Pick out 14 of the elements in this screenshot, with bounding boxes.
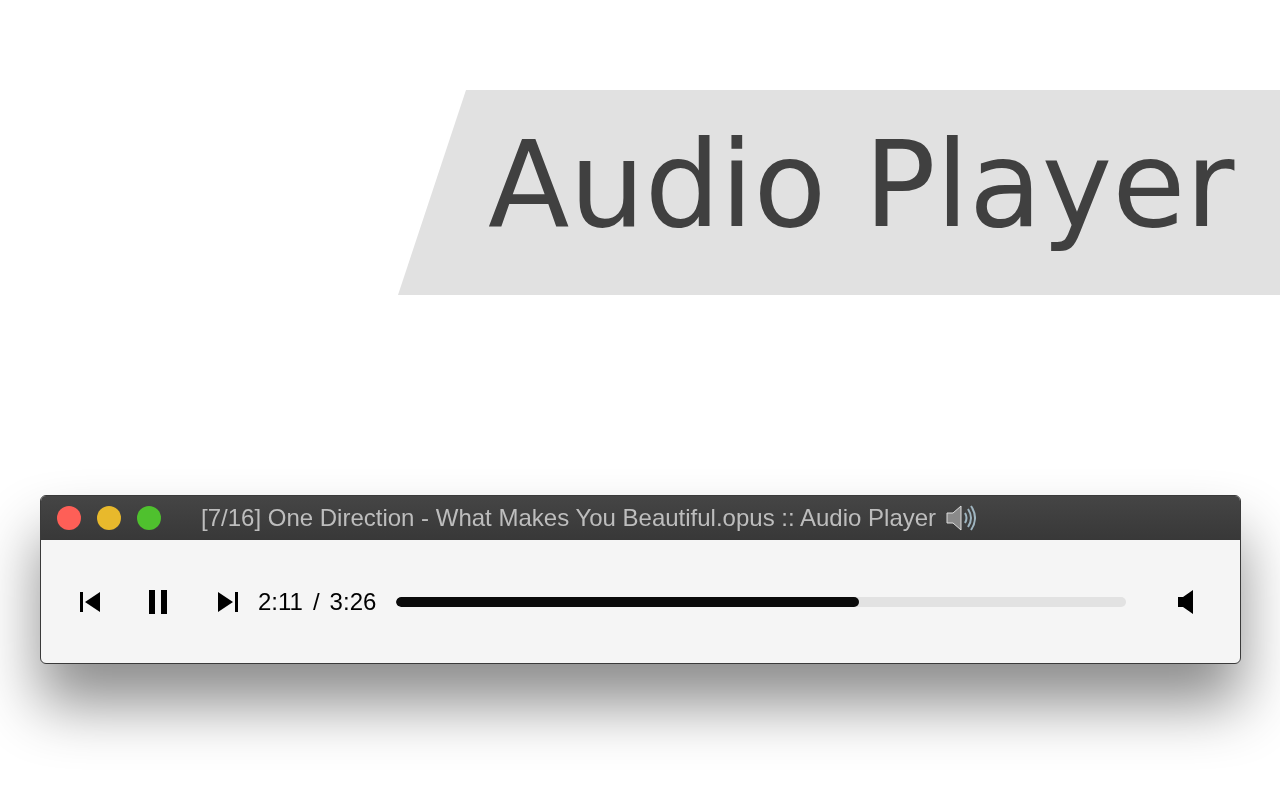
previous-icon[interactable] <box>79 591 101 612</box>
duration-time: 3:26 <box>329 586 377 617</box>
minimize-button[interactable] <box>97 506 121 530</box>
window-title: [7/16] One Direction - What Makes You Beautiful.opus :: Audio Player <box>201 503 937 533</box>
close-button[interactable] <box>57 506 81 530</box>
time-separator: / <box>312 586 320 617</box>
elapsed-time: 2:11 <box>258 586 303 617</box>
banner-title: Audio Player <box>488 115 1235 257</box>
pause-icon[interactable] <box>147 589 169 614</box>
next-icon[interactable] <box>217 591 239 612</box>
speaker-icon <box>944 503 977 533</box>
progress-track[interactable] <box>396 596 1126 607</box>
maximize-button[interactable] <box>137 506 161 530</box>
volume-icon[interactable] <box>1178 589 1194 614</box>
